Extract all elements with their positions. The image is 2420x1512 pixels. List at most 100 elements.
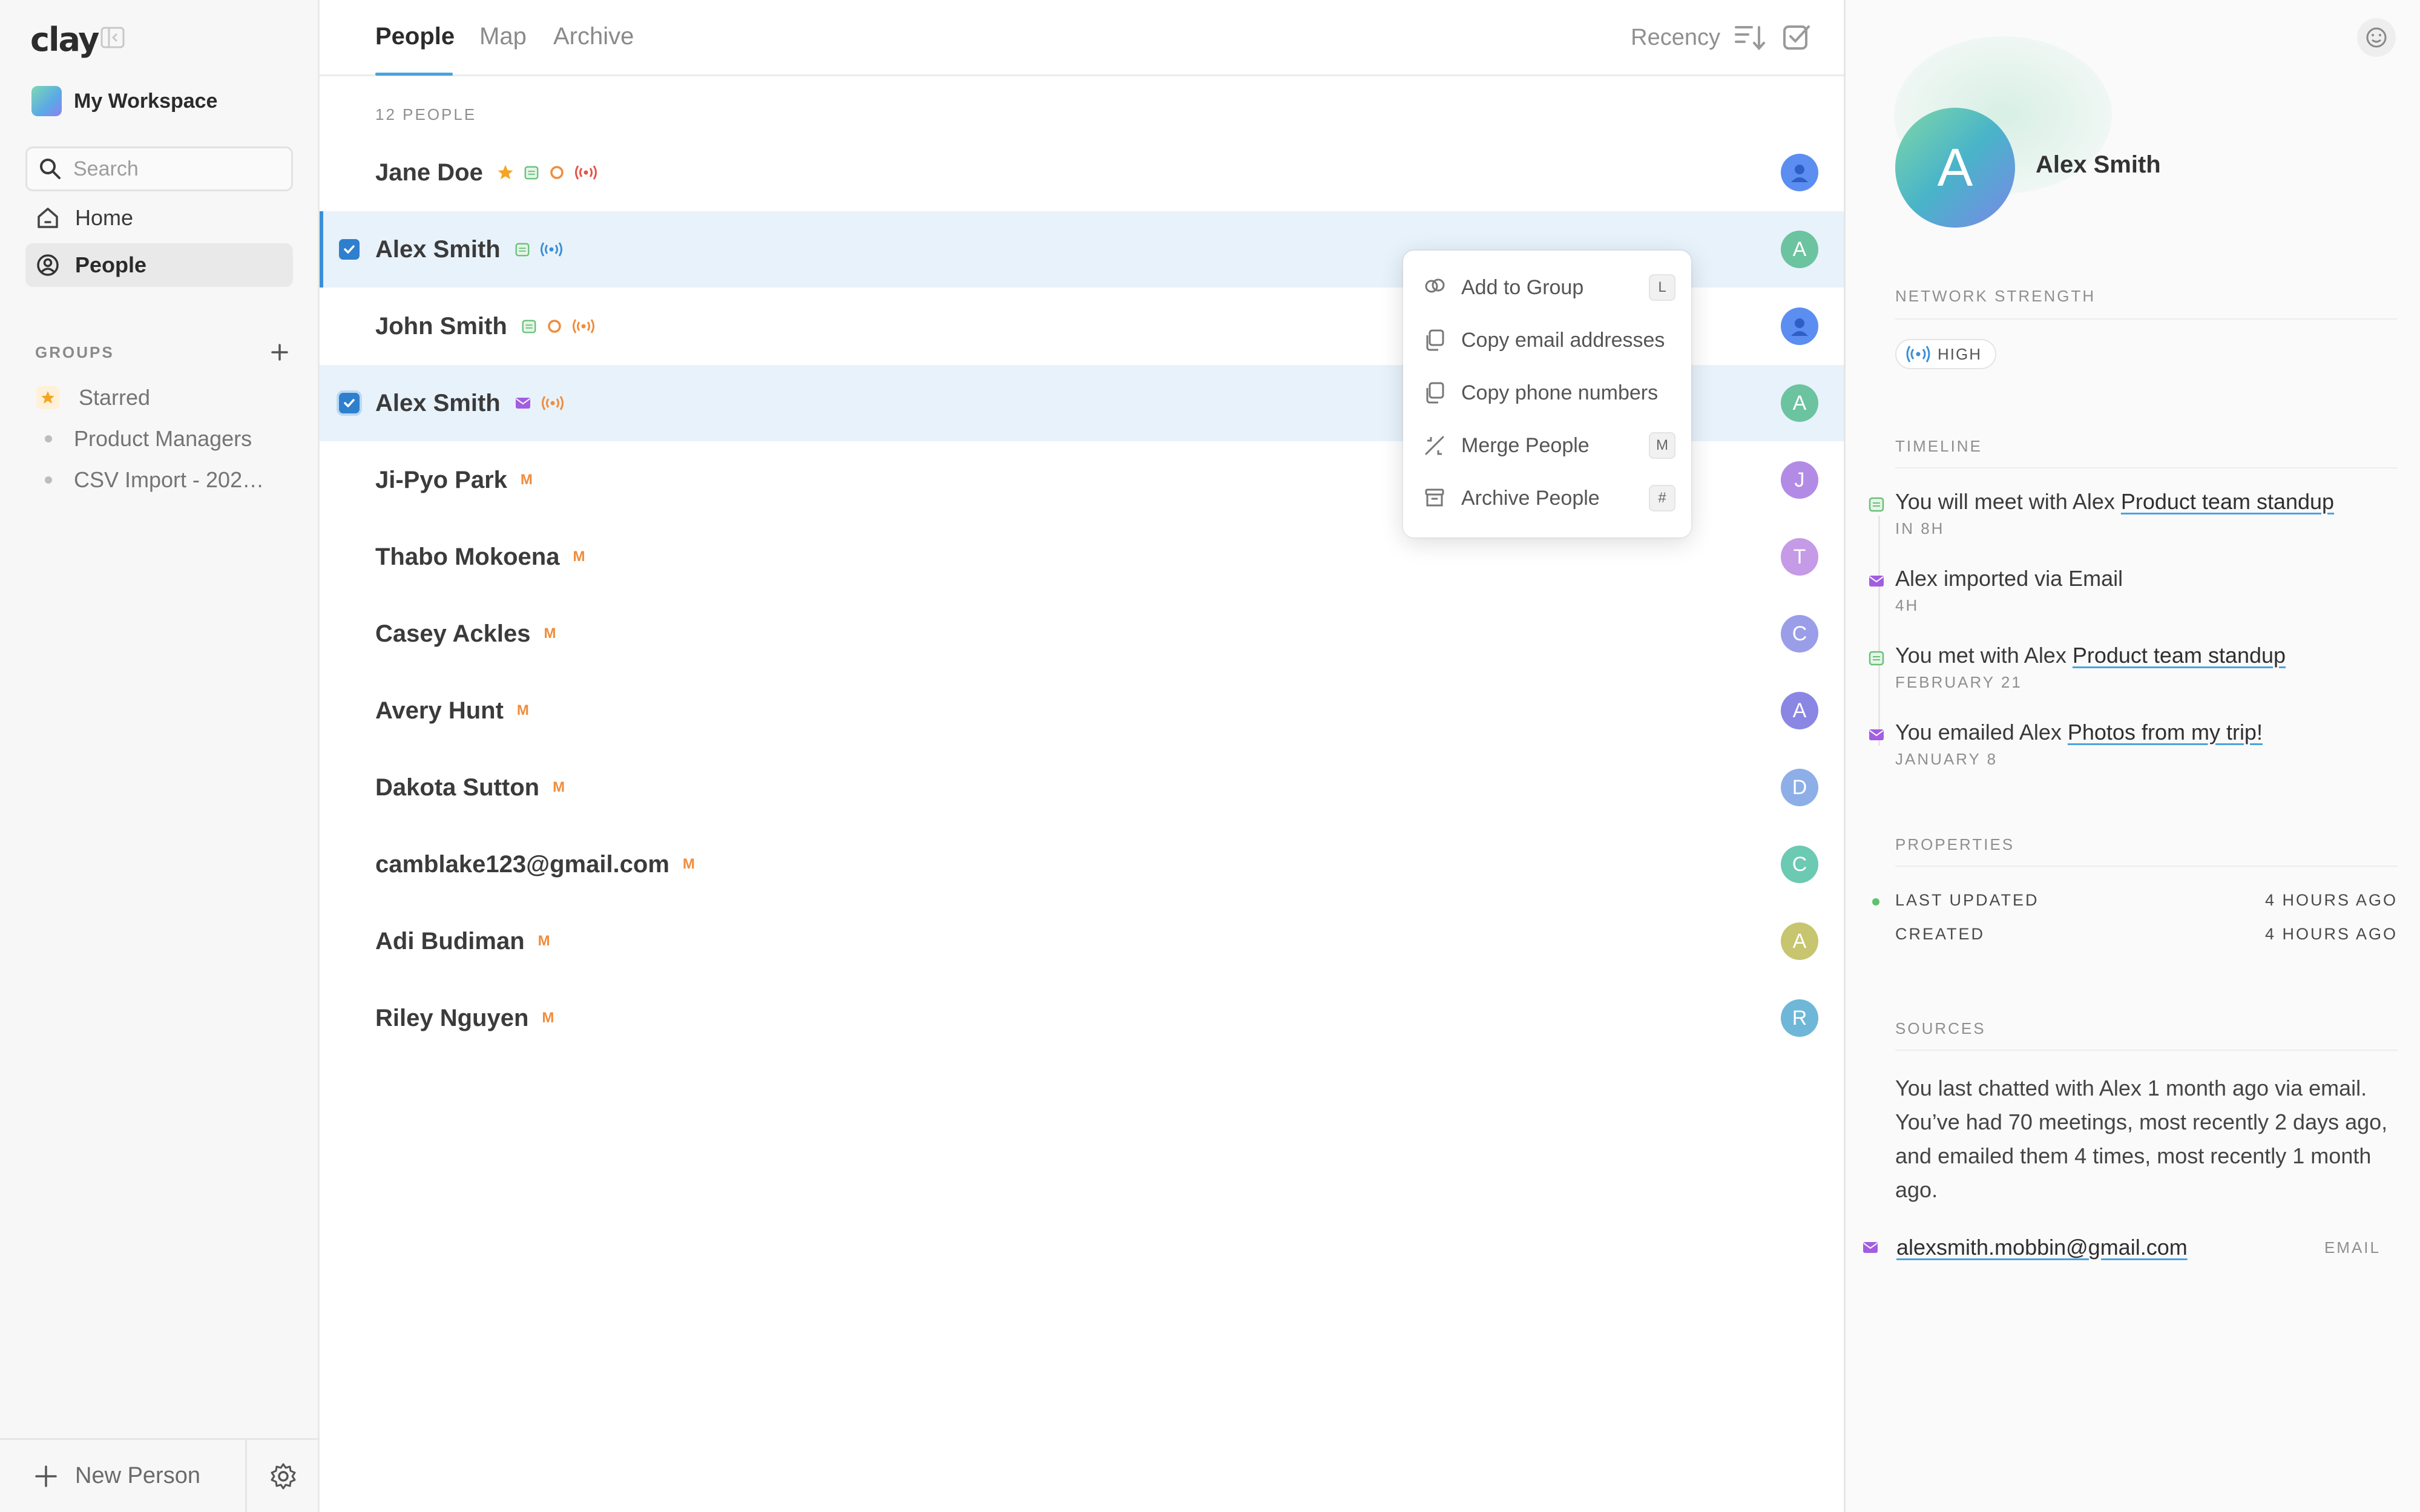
group-dot-icon [45, 435, 52, 442]
sort-descending-icon[interactable] [1734, 24, 1767, 51]
sidebar-item-people[interactable]: People [25, 243, 293, 287]
person-avatar[interactable] [1781, 154, 1818, 191]
network-strength-badge: HIGH [1895, 339, 1996, 369]
search-input[interactable] [73, 157, 279, 181]
timeline-text: Alex imported via Email [1895, 566, 2123, 591]
person-name[interactable]: Alex Smith [2036, 151, 2161, 179]
person-avatar[interactable]: J [1781, 461, 1818, 499]
tab-archive[interactable]: Archive [553, 23, 634, 50]
m-badge-icon: M [542, 1010, 554, 1026]
groups-header: GROUPS [35, 343, 289, 362]
signal-icon [571, 318, 596, 335]
menu-item-archive-people[interactable]: Archive People # [1421, 478, 1675, 518]
app-logo[interactable]: clay [30, 21, 99, 59]
badge-group [496, 163, 598, 182]
badge-group [514, 241, 564, 258]
topbar: People Map Archive Recency [320, 0, 1844, 76]
person-row[interactable]: Riley Nguyen M R [320, 980, 1844, 1056]
group-label: Starred [79, 385, 151, 410]
reaction-button[interactable] [2357, 18, 2396, 57]
person-row[interactable]: camblake123@gmail.com M C [320, 826, 1844, 902]
selection-bar [320, 211, 323, 288]
person-row[interactable]: Dakota Sutton M D [320, 749, 1844, 826]
person-avatar[interactable]: A [1781, 231, 1818, 268]
person-name-cell: Casey Ackles M [375, 620, 556, 648]
tab-underline [375, 73, 453, 76]
new-person-label: New Person [75, 1463, 200, 1488]
person-avatar[interactable]: C [1781, 615, 1818, 652]
person-name-cell: Riley Nguyen M [375, 1005, 554, 1032]
person-row[interactable]: Avery Hunt M A [320, 672, 1844, 749]
person-row[interactable]: Casey Ackles M C [320, 596, 1844, 672]
timeline-text: You emailed Alex [1895, 720, 2068, 744]
email-address-link[interactable]: alexsmith.mobbin@gmail.com [1896, 1235, 2188, 1260]
signal-icon [574, 164, 598, 181]
shortcut-badge: M [1649, 432, 1675, 459]
select-checkbox-icon[interactable] [1781, 22, 1812, 53]
person-avatar[interactable]: R [1781, 999, 1818, 1037]
copy-icon [1426, 382, 1444, 404]
tab-people[interactable]: People [375, 23, 455, 50]
sort-label: Recency [1631, 24, 1720, 50]
person-avatar[interactable]: A [1781, 384, 1818, 422]
person-avatar[interactable]: C [1781, 846, 1818, 883]
m-badge-icon: M [544, 625, 556, 642]
timeline-time: 4H [1895, 596, 1919, 614]
menu-item-copy-emails[interactable]: Copy email addresses [1421, 320, 1675, 360]
group-item-product-managers[interactable]: Product Managers [36, 426, 252, 452]
person-avatar[interactable]: D [1781, 769, 1818, 806]
signal-icon [541, 395, 565, 412]
group-item-starred[interactable]: Starred [36, 385, 150, 410]
property-row: CREATED 4 HOURS AGO [1895, 925, 2398, 944]
timeline-time: FEBRUARY 21 [1895, 673, 2022, 691]
event-link[interactable]: Product team standup [2121, 489, 2334, 514]
menu-item-label: Copy phone numbers [1461, 381, 1659, 404]
tab-map[interactable]: Map [479, 23, 527, 50]
mail-icon [1869, 729, 1884, 740]
person-avatar[interactable]: T [1781, 538, 1818, 576]
person-avatar[interactable]: A [1781, 692, 1818, 729]
menu-item-merge-people[interactable]: Merge People M [1421, 426, 1675, 465]
row-checkbox[interactable] [339, 239, 360, 260]
timeline-text: You will meet with Alex [1895, 489, 2121, 514]
menu-item-add-to-group[interactable]: Add to Group L [1421, 268, 1675, 307]
search-box[interactable] [25, 146, 293, 191]
event-link[interactable]: Product team standup [2073, 643, 2286, 668]
sidebar-item-home[interactable]: Home [25, 196, 293, 240]
workspace-icon [31, 86, 62, 116]
divider [1895, 1050, 2398, 1051]
m-badge-icon: M [516, 702, 529, 718]
copy-icon [1426, 329, 1444, 351]
plus-icon [35, 1465, 57, 1487]
person-name-cell: camblake123@gmail.com M [375, 851, 695, 878]
person-avatar[interactable] [1781, 307, 1818, 345]
sort-control[interactable]: Recency [1631, 22, 1812, 53]
workspace-switcher[interactable]: My Workspace [31, 85, 217, 117]
person-avatar[interactable]: A [1781, 922, 1818, 960]
person-name-cell: Adi Budiman M [375, 928, 550, 955]
person-name-cell: Dakota Sutton M [375, 774, 565, 801]
group-item-csv-import[interactable]: CSV Import - 202… [36, 467, 264, 493]
calendar-icon [1869, 651, 1884, 666]
person-name: camblake123@gmail.com [375, 850, 669, 878]
divider [1895, 467, 2398, 468]
add-group-icon[interactable] [270, 343, 289, 362]
person-row[interactable]: Adi Budiman M A [320, 903, 1844, 979]
archive-icon [1425, 488, 1444, 507]
menu-item-copy-phones[interactable]: Copy phone numbers [1421, 373, 1675, 413]
menu-item-label: Copy email addresses [1461, 328, 1665, 352]
sidebar-collapse-icon[interactable] [100, 27, 125, 48]
network-strength-label: NETWORK STRENGTH [1895, 287, 2096, 305]
person-avatar[interactable]: A [1895, 108, 2015, 228]
row-checkbox[interactable] [339, 393, 360, 413]
group-label: CSV Import - 202… [74, 467, 265, 492]
settings-button[interactable] [247, 1440, 320, 1512]
email-thread-link[interactable]: Photos from my trip! [2068, 720, 2263, 744]
merge-icon [1425, 436, 1444, 455]
new-person-button[interactable]: New Person [0, 1440, 247, 1512]
person-row[interactable]: Jane Doe [320, 134, 1844, 211]
mail-icon [1869, 576, 1884, 587]
person-name-cell: Avery Hunt M [375, 697, 529, 725]
group-label: Product Managers [74, 426, 252, 451]
workspace-name: My Workspace [74, 89, 218, 113]
